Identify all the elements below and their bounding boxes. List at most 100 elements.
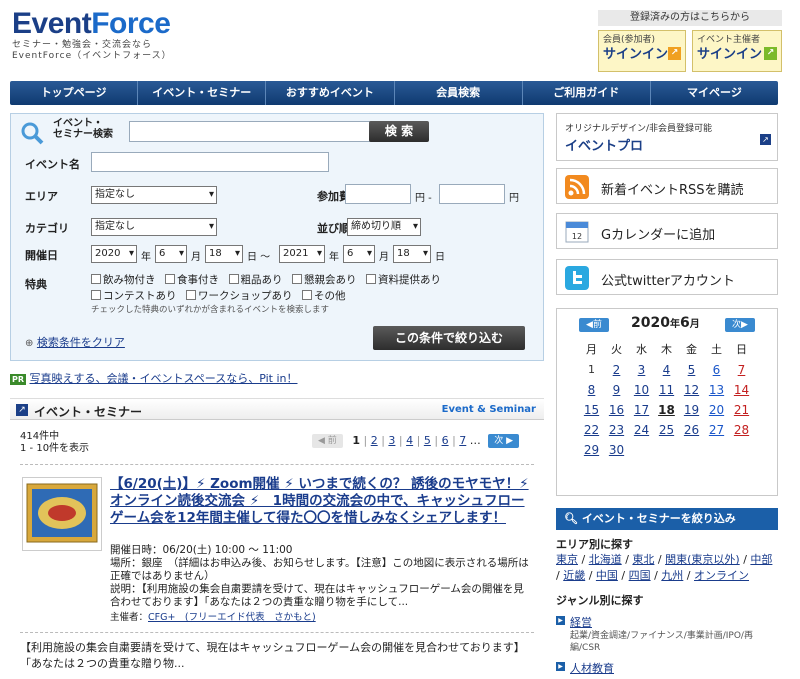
clear-conditions-text[interactable]: 検索条件をクリア [37,336,125,349]
calendar-day[interactable]: 10 [629,383,654,397]
calendar-day[interactable]: 9 [604,383,629,397]
fee-min-input[interactable] [345,184,411,204]
area-link[interactable]: 東北 [632,553,654,566]
rss-button[interactable]: 新着イベントRSSを購読 [556,168,778,204]
organizer-link[interactable]: CFG+ (フリーエイド代表 さかもと) [148,612,316,623]
from-year-select[interactable]: 2020 [91,245,137,263]
page-2[interactable]: 2 [371,434,378,447]
perk-contest[interactable]: コンテストあり [91,290,177,302]
calendar-day[interactable]: 16 [604,403,629,417]
event-pro-banner[interactable]: オリジナルデザイン/非会員登録可能 イベントプロ ↗ [556,113,778,161]
narrow-search-button[interactable]: この条件で絞り込む [373,326,525,350]
calendar-day[interactable]: 13 [704,383,729,397]
calendar-prev-button[interactable]: ◀前 [579,318,609,332]
calendar-day[interactable]: 25 [654,423,679,437]
calendar-day[interactable]: 29 [579,443,604,457]
page-7[interactable]: 7 [459,434,466,447]
to-day-select[interactable]: 18 [393,245,431,263]
nav-recommended[interactable]: おすすめイベント [266,81,395,105]
area-link[interactable]: 近畿 [563,569,585,582]
twitter-button[interactable]: 公式twitterアカウント [556,259,778,295]
perk-meal[interactable]: 食事付き [165,274,219,286]
checkbox[interactable] [165,274,175,284]
clear-conditions-link[interactable]: ⊕ 検索条件をクリア [25,334,125,350]
to-year-select[interactable]: 2021 [279,245,325,263]
area-select[interactable]: 指定なし [91,186,217,204]
perk-party[interactable]: 懇親会あり [292,274,357,286]
pager-next-button[interactable]: 次 ▶ [488,434,520,448]
nav-member-search[interactable]: 会員検索 [395,81,523,105]
event-title[interactable]: 【6/20(土)】⚡ Zoom開催 ⚡ いつまで続くの？ 誘後のモヤモヤ！⚡ オ… [110,476,532,527]
calendar-day[interactable]: 22 [579,423,604,437]
calendar-day[interactable]: 23 [604,423,629,437]
calendar-day[interactable]: 20 [704,403,729,417]
nav-top[interactable]: トップページ [10,81,139,105]
calendar-day[interactable]: 21 [729,403,754,417]
perk-gift[interactable]: 粗品あり [228,274,283,286]
checkbox[interactable] [292,274,302,284]
calendar-day[interactable]: 27 [704,423,729,437]
logo[interactable]: EventForce セミナー・勉強会・交流会なら EventForce（イベン… [12,8,172,62]
nav-events[interactable]: イベント・セミナー [138,81,267,105]
event-thumbnail[interactable] [22,477,102,551]
sort-select[interactable]: 締め切り順 [347,218,421,236]
from-day-select[interactable]: 18 [205,245,243,263]
calendar-day[interactable]: 5 [679,363,704,377]
perk-materials[interactable]: 資料提供あり [366,274,441,286]
search-button[interactable]: 検 索 [369,121,429,142]
calendar-next-button[interactable]: 次▶ [725,318,755,332]
genre-management-link[interactable]: 経営 [570,616,592,629]
calendar-day[interactable]: 2 [604,363,629,377]
fee-max-input[interactable] [439,184,505,204]
page-3[interactable]: 3 [388,434,395,447]
area-link[interactable]: 関東(東京以外) [665,553,740,566]
calendar-day[interactable]: 28 [729,423,754,437]
checkbox[interactable] [302,290,312,300]
member-signin-button[interactable]: 会員(参加者) サインイン ↗ [598,30,686,72]
area-link[interactable]: 九州 [661,569,683,582]
genre-hr-link[interactable]: 人材教育 [570,662,614,675]
checkbox[interactable] [186,290,196,300]
calendar-day[interactable]: 15 [579,403,604,417]
checkbox[interactable] [91,290,101,300]
calendar-day[interactable]: 3 [629,363,654,377]
perk-drinks[interactable]: 飲み物付き [91,274,156,286]
pager-prev-button[interactable]: ◀ 前 [312,434,343,448]
checkbox[interactable] [228,274,239,284]
pr-banner[interactable]: PR 写真映えする、会議・イベントスペースなら、Pit in！ [10,370,298,386]
calendar-day[interactable]: 8 [579,383,604,397]
perk-workshop[interactable]: ワークショップあり [186,290,293,302]
to-month-select[interactable]: 6 [343,245,375,263]
nav-mypage[interactable]: マイページ [651,81,778,105]
calendar-day[interactable]: 17 [629,403,654,417]
calendar-day[interactable]: 11 [654,383,679,397]
event-name-input[interactable] [91,152,329,172]
keyword-input[interactable] [129,121,371,142]
genre-management[interactable]: ▶ 経営 起業/資金調達/ファイナンス/事業計画/IPO/再編/CSR [556,614,778,654]
area-link[interactable]: 中国 [596,569,618,582]
calendar-day[interactable]: 19 [679,403,704,417]
category-select[interactable]: 指定なし [91,218,217,236]
calendar-day[interactable]: 6 [704,363,729,377]
area-link[interactable]: 北海道 [589,553,622,566]
calendar-day[interactable]: 14 [729,383,754,397]
calendar-day[interactable]: 24 [629,423,654,437]
from-month-select[interactable]: 6 [155,245,187,263]
area-link[interactable]: 東京 [556,553,578,566]
gcal-button[interactable]: 12 Gカレンダーに追加 [556,213,778,249]
area-link[interactable]: オンライン [694,569,749,582]
perk-other[interactable]: その他 [302,290,346,302]
calendar-day[interactable]: 26 [679,423,704,437]
nav-guide[interactable]: ご利用ガイド [523,81,651,105]
checkbox[interactable] [366,274,376,284]
area-link[interactable]: 四国 [629,569,651,582]
page-4[interactable]: 4 [406,434,413,447]
event-title-link[interactable]: 【6/20(土)】⚡ Zoom開催 ⚡ いつまで続くの？ 誘後のモヤモヤ！⚡ オ… [110,476,529,526]
pr-link[interactable]: 写真映えする、会議・イベントスペースなら、Pit in！ [30,372,298,385]
genre-hr[interactable]: ▶ 人材教育 [556,660,778,676]
calendar-day[interactable]: 7 [729,363,754,377]
calendar-day[interactable]: 30 [604,443,629,457]
area-link[interactable]: 中部 [750,553,772,566]
calendar-day[interactable]: 12 [679,383,704,397]
organizer-signin-button[interactable]: イベント主催者 サインイン ↗ [692,30,782,72]
